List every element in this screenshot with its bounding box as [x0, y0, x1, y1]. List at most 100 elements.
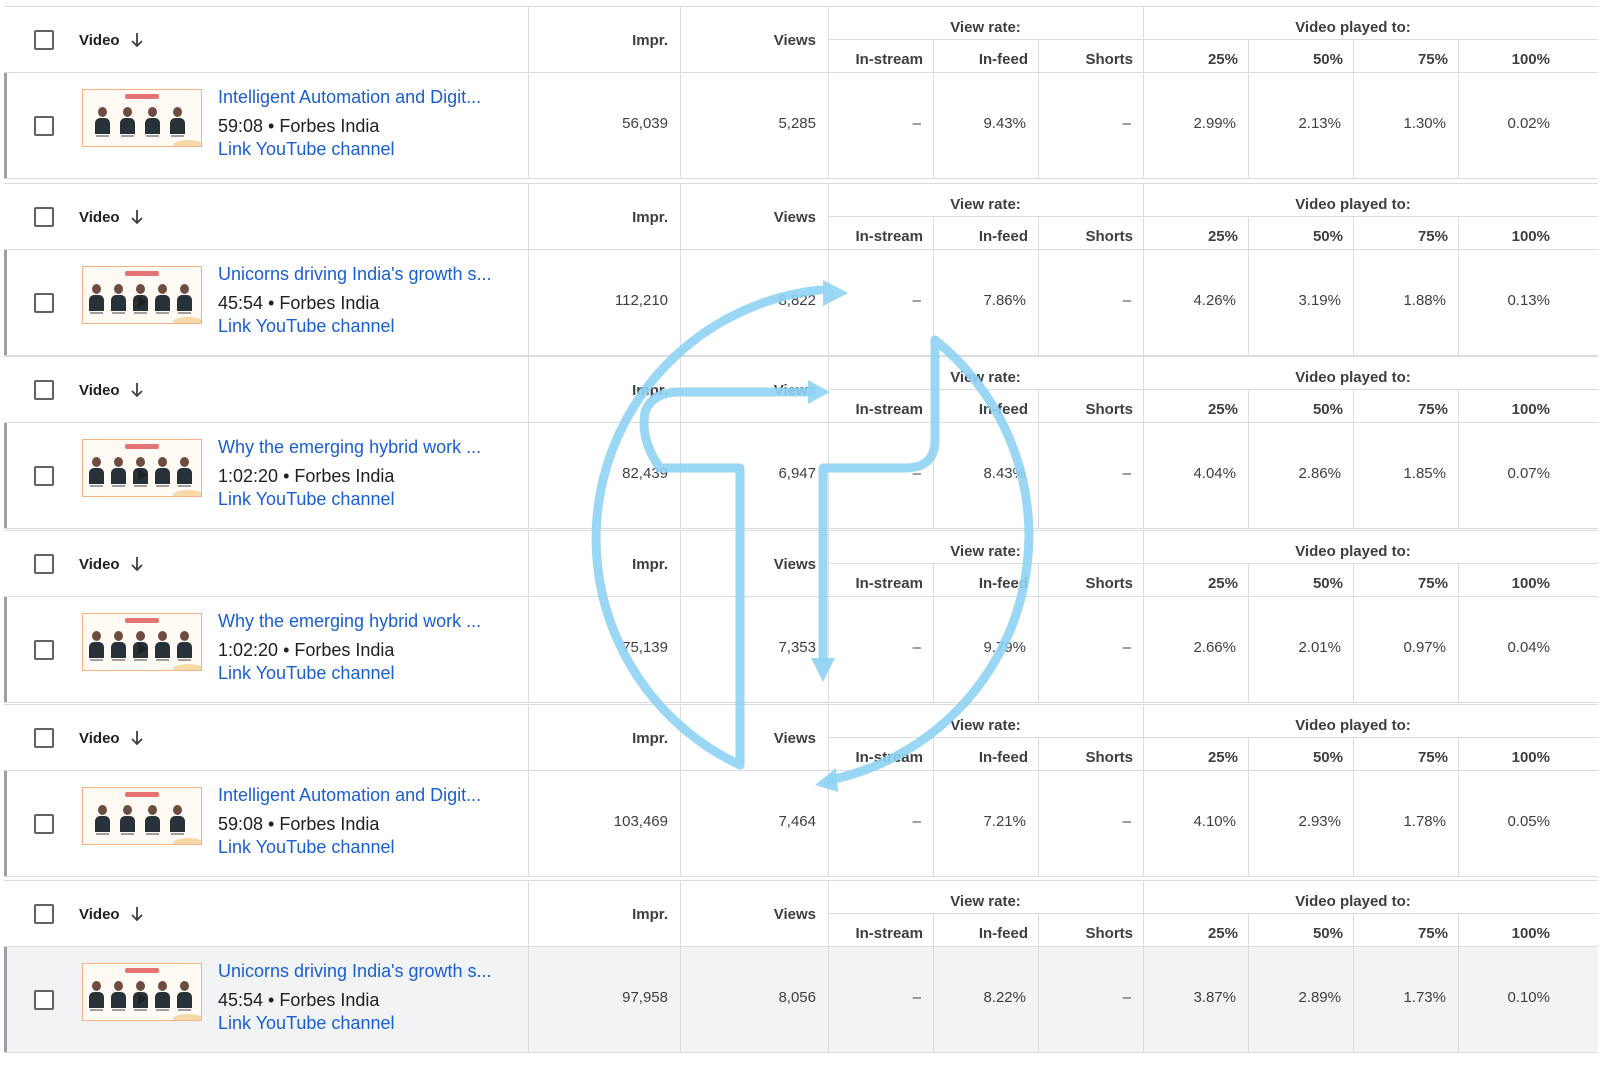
shorts-header[interactable]: Shorts — [1038, 228, 1133, 245]
arrow-down-icon[interactable] — [130, 905, 144, 923]
video-thumbnail[interactable] — [82, 439, 202, 497]
video-title-link[interactable]: Why the emerging hybrid work ... — [218, 437, 481, 458]
shorts-header[interactable]: Shorts — [1038, 575, 1133, 592]
row-checkbox[interactable] — [34, 814, 54, 834]
select-all-checkbox[interactable] — [34, 904, 54, 924]
shorts-header[interactable]: Shorts — [1038, 749, 1133, 766]
video-title-link[interactable]: Intelligent Automation and Digit... — [218, 87, 481, 108]
p25-header[interactable]: 25% — [1143, 925, 1238, 942]
video-thumbnail[interactable] — [82, 89, 202, 147]
in-stream-header[interactable]: In-stream — [828, 51, 923, 68]
p50-header[interactable]: 50% — [1248, 51, 1343, 68]
p75-header[interactable]: 75% — [1353, 575, 1448, 592]
p25-header[interactable]: 25% — [1143, 401, 1238, 418]
arrow-down-icon[interactable] — [130, 31, 144, 49]
in-feed-header[interactable]: In-feed — [933, 575, 1028, 592]
p25-header[interactable]: 25% — [1143, 749, 1238, 766]
link-youtube-channel[interactable]: Link YouTube channel — [218, 139, 394, 160]
in-stream-header[interactable]: In-stream — [828, 749, 923, 766]
p75-header[interactable]: 75% — [1353, 925, 1448, 942]
table-row[interactable]: Why the emerging hybrid work ... 1:02:20 … — [4, 423, 1598, 529]
table-row[interactable]: Why the emerging hybrid work ... 1:02:20 … — [4, 597, 1598, 703]
video-column-header[interactable]: Video — [79, 556, 120, 573]
shorts-header[interactable]: Shorts — [1038, 925, 1133, 942]
select-all-checkbox[interactable] — [34, 207, 54, 227]
table-row[interactable]: Intelligent Automation and Digit... 59:08… — [4, 771, 1598, 877]
views-header[interactable]: Views — [744, 730, 816, 747]
p75-header[interactable]: 75% — [1353, 228, 1448, 245]
video-title-link[interactable]: Unicorns driving India's growth s... — [218, 264, 492, 285]
video-title-link[interactable]: Unicorns driving India's growth s... — [218, 961, 492, 982]
arrow-down-icon[interactable] — [130, 555, 144, 573]
p100-header[interactable]: 100% — [1458, 228, 1550, 245]
p75-header[interactable]: 75% — [1353, 51, 1448, 68]
views-header[interactable]: Views — [744, 382, 816, 399]
shorts-header[interactable]: Shorts — [1038, 51, 1133, 68]
in-feed-header[interactable]: In-feed — [933, 228, 1028, 245]
video-column-header[interactable]: Video — [79, 209, 120, 226]
p50-header[interactable]: 50% — [1248, 575, 1343, 592]
impr-header[interactable]: Impr. — [604, 556, 668, 573]
views-header[interactable]: Views — [744, 209, 816, 226]
p100-header[interactable]: 100% — [1458, 749, 1550, 766]
p25-header[interactable]: 25% — [1143, 575, 1238, 592]
link-youtube-channel[interactable]: Link YouTube channel — [218, 489, 394, 510]
p50-header[interactable]: 50% — [1248, 401, 1343, 418]
video-column-header[interactable]: Video — [79, 32, 120, 49]
select-all-checkbox[interactable] — [34, 728, 54, 748]
select-all-checkbox[interactable] — [34, 30, 54, 50]
in-stream-header[interactable]: In-stream — [828, 401, 923, 418]
row-checkbox[interactable] — [34, 116, 54, 136]
in-stream-header[interactable]: In-stream — [828, 925, 923, 942]
views-header[interactable]: Views — [744, 906, 816, 923]
link-youtube-channel[interactable]: Link YouTube channel — [218, 837, 394, 858]
table-row[interactable]: Unicorns driving India's growth s... 45:5… — [4, 947, 1598, 1053]
select-all-checkbox[interactable] — [34, 554, 54, 574]
p50-header[interactable]: 50% — [1248, 925, 1343, 942]
impr-header[interactable]: Impr. — [604, 382, 668, 399]
p100-header[interactable]: 100% — [1458, 925, 1550, 942]
p75-header[interactable]: 75% — [1353, 749, 1448, 766]
video-thumbnail[interactable] — [82, 613, 202, 671]
video-column-header[interactable]: Video — [79, 730, 120, 747]
arrow-down-icon[interactable] — [130, 729, 144, 747]
impr-header[interactable]: Impr. — [604, 906, 668, 923]
video-thumbnail[interactable] — [82, 787, 202, 845]
arrow-down-icon[interactable] — [130, 208, 144, 226]
p25-header[interactable]: 25% — [1143, 51, 1238, 68]
shorts-header[interactable]: Shorts — [1038, 401, 1133, 418]
video-title-link[interactable]: Why the emerging hybrid work ... — [218, 611, 481, 632]
in-feed-header[interactable]: In-feed — [933, 401, 1028, 418]
row-checkbox[interactable] — [34, 293, 54, 313]
table-row[interactable]: Intelligent Automation and Digit... 59:08… — [4, 73, 1598, 179]
video-thumbnail[interactable] — [82, 963, 202, 1021]
link-youtube-channel[interactable]: Link YouTube channel — [218, 316, 394, 337]
in-feed-header[interactable]: In-feed — [933, 925, 1028, 942]
video-thumbnail[interactable] — [82, 266, 202, 324]
video-title-link[interactable]: Intelligent Automation and Digit... — [218, 785, 481, 806]
in-stream-header[interactable]: In-stream — [828, 575, 923, 592]
impr-header[interactable]: Impr. — [604, 730, 668, 747]
impr-header[interactable]: Impr. — [604, 32, 668, 49]
arrow-down-icon[interactable] — [130, 381, 144, 399]
link-youtube-channel[interactable]: Link YouTube channel — [218, 663, 394, 684]
link-youtube-channel[interactable]: Link YouTube channel — [218, 1013, 394, 1034]
p100-header[interactable]: 100% — [1458, 575, 1550, 592]
p100-header[interactable]: 100% — [1458, 401, 1550, 418]
video-column-header[interactable]: Video — [79, 906, 120, 923]
views-header[interactable]: Views — [744, 32, 816, 49]
row-checkbox[interactable] — [34, 990, 54, 1010]
views-header[interactable]: Views — [744, 556, 816, 573]
row-checkbox[interactable] — [34, 466, 54, 486]
table-row[interactable]: Unicorns driving India's growth s... 45:5… — [4, 250, 1598, 356]
p25-header[interactable]: 25% — [1143, 228, 1238, 245]
select-all-checkbox[interactable] — [34, 380, 54, 400]
in-feed-header[interactable]: In-feed — [933, 51, 1028, 68]
in-stream-header[interactable]: In-stream — [828, 228, 923, 245]
row-checkbox[interactable] — [34, 640, 54, 660]
p50-header[interactable]: 50% — [1248, 749, 1343, 766]
p100-header[interactable]: 100% — [1458, 51, 1550, 68]
impr-header[interactable]: Impr. — [604, 209, 668, 226]
p75-header[interactable]: 75% — [1353, 401, 1448, 418]
in-feed-header[interactable]: In-feed — [933, 749, 1028, 766]
